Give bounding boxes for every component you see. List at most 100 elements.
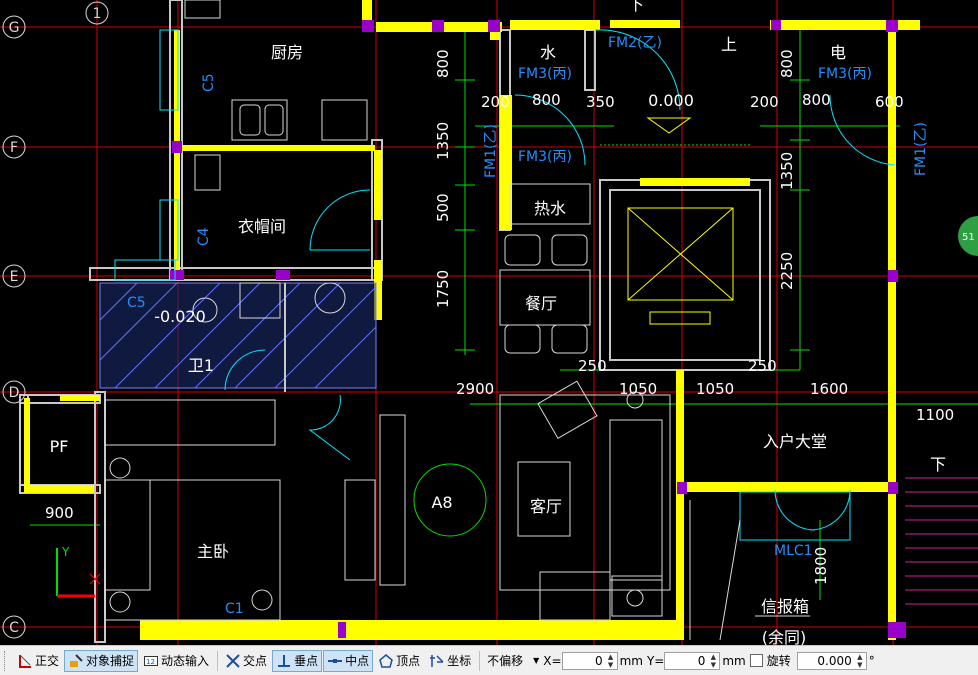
snap-icon [70,653,83,667]
room-pf: PF [50,437,69,456]
degree-symbol: ° [868,653,875,668]
object-snap-label: 对象捕捉 [86,654,135,668]
level-hall: 0.000 [648,91,694,110]
tag-fm3-elec: FM3(丙) [818,66,872,82]
dim-1050-a: 1050 [619,380,657,398]
rotate-value: 0.000 [817,653,852,668]
y-spinner[interactable]: ▲ ▼ [708,653,718,669]
separator [217,650,219,671]
tag-c4: C4 [196,227,212,246]
dim-800-v1: 800 [434,49,452,78]
stair-treads [905,477,978,605]
x-input[interactable]: 0 ▲ ▼ [561,651,618,670]
room-master-bedroom: 主卧 [197,542,229,561]
dim-800-a: 800 [532,91,561,109]
svg-text:12: 12 [146,658,155,666]
dim-1100: 1100 [916,406,954,424]
tag-fm3-water: FM3(丙) [518,66,572,82]
y-unit: mm [722,653,746,668]
dim-200-a: 200 [481,93,510,111]
dynamic-input-toggle[interactable]: 12 动态输入 [139,650,213,672]
grid-label-e: E [10,269,19,285]
room-living: 客厅 [530,497,562,516]
cad-drawing-canvas[interactable]: 51 Y G F E D C 1 厨房 衣帽间 卫1 主卧 餐厅 客厅 水 电 [0,0,978,645]
perpendicular-label: 垂点 [294,654,319,668]
tag-c1: C1 [225,601,244,617]
dynamic-input-label: 动态输入 [161,654,210,668]
coordinate-icon [430,654,444,667]
dim-900: 900 [45,504,74,522]
x-spinner[interactable]: ▲ ▼ [606,653,616,669]
room-bath1: 卫1 [188,356,214,375]
dim-2900: 2900 [456,380,494,398]
midpoint-icon [328,658,343,663]
grid-label-c: C [9,620,19,636]
x-label: X= [543,653,562,668]
y-input[interactable]: 0 ▲ ▼ [664,651,721,670]
dim-500-v: 500 [434,193,452,222]
object-snap-toggle[interactable]: 对象捕捉 [64,649,139,672]
mailbox-note: (余同) [762,628,807,645]
rotate-label: 旋转 [766,654,791,668]
dim-2250-v: 2250 [778,252,796,290]
room-dining: 餐厅 [525,294,557,313]
dim-200-b: 200 [750,93,779,111]
mailbox-label: 信报箱 [761,597,809,616]
dim-600: 600 [875,93,904,111]
snap-midpoint[interactable]: 中点 [323,649,374,672]
rotate-spinner[interactable]: ▲ ▼ [855,653,865,669]
snap-vertex[interactable]: 顶点 [374,650,424,672]
tag-fm2: FM2(乙) [608,35,662,51]
grid-label-d: D [9,385,20,401]
stair-up-label: 上 [721,35,737,54]
dim-800-b: 800 [802,91,831,109]
room-kitchen: 厨房 [271,43,303,62]
coordinate-label: 坐标 [447,654,472,668]
snap-coordinate[interactable]: 坐标 [425,650,475,672]
ortho-icon [19,654,31,668]
snap-intersection[interactable]: 交点 [221,650,271,672]
y-value: 0 [697,653,706,668]
stair-down-label: 下 [930,455,946,474]
stair-down-top-label: 下 [628,0,644,14]
badge-text: 51 [962,232,975,243]
ortho-label: 正交 [35,654,60,668]
offset-value: 不偏移 [487,654,524,668]
dim-1050-b: 1050 [696,380,734,398]
dim-1600: 1600 [810,380,848,398]
intersection-icon [226,653,240,668]
grid-bubbles [2,1,109,639]
level-bath: -0.020 [154,307,206,326]
rotate-input[interactable]: 0.000 ▲ ▼ [796,651,867,670]
dim-1350-v2: 1350 [778,152,796,190]
ucs-y-label: Y [61,545,70,559]
status-toolbar: 正交 对象捕捉 12 动态输入 交点 垂点 中点 顶点 坐标 不偏移 ▼ X= … [0,645,978,675]
separator [479,650,481,671]
x-unit: mm [619,653,643,668]
x-value: 0 [594,653,603,668]
dim-1750-v: 1750 [434,270,452,308]
grid-label-f: F [10,140,18,156]
tag-mlc1: MLC1 [774,543,813,559]
ortho-toggle[interactable]: 正交 [13,650,63,672]
snap-perpendicular[interactable]: 垂点 [272,649,323,672]
tag-c5-bath: C5 [127,295,146,311]
toolbar-grip[interactable] [4,650,9,671]
tag-c5-kitchen: C5 [201,73,217,92]
dynamic-input-icon: 12 [144,655,159,666]
grid-label-1: 1 [93,6,102,22]
offset-dropdown[interactable]: 不偏移 ▼ [487,652,539,669]
vertex-icon [379,653,393,668]
dim-350: 350 [586,93,615,111]
grid-label-g: G [9,20,20,36]
rotate-checkbox[interactable] [749,654,763,667]
room-lobby: 入户大堂 [763,432,827,451]
room-water: 水 [540,43,556,62]
vertex-label: 顶点 [396,654,421,668]
tag-fm3-mid: FM3(丙) [518,149,572,165]
intersection-label: 交点 [243,654,268,668]
perpendicular-icon [278,654,291,667]
tag-fm1-right: FM1(乙) [913,122,929,176]
dim-250-a: 250 [578,357,607,375]
furniture-a8: A8 [431,493,452,512]
